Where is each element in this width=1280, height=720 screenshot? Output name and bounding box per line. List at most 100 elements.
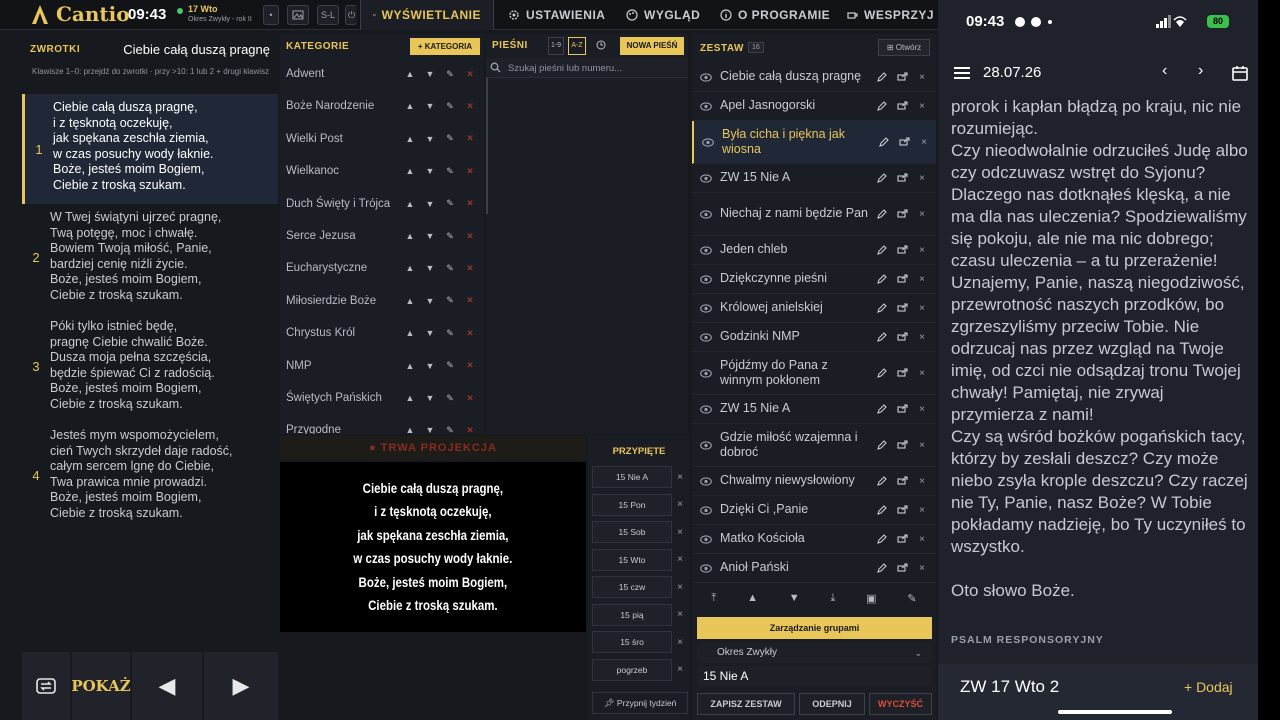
close-icon[interactable]: × xyxy=(912,303,932,314)
move-up-icon[interactable]: ▲ xyxy=(400,263,420,273)
link-icon[interactable] xyxy=(892,101,912,111)
period-select[interactable]: Okres Zwykły ⌄ xyxy=(697,643,932,663)
edit-icon[interactable]: ✎ xyxy=(440,69,460,80)
category-item[interactable]: Wielkanoc ▲ ▼ ✎ ✕ xyxy=(280,155,484,187)
move-down-icon[interactable]: ▼ xyxy=(420,263,440,273)
edit-icon[interactable]: ✎ xyxy=(440,101,460,112)
link-icon[interactable] xyxy=(892,173,912,183)
power-button[interactable]: ⏻ xyxy=(345,5,357,25)
calendar-icon[interactable] xyxy=(1232,65,1248,81)
edit-icon[interactable] xyxy=(872,368,892,378)
move-down-icon[interactable]: ▼ xyxy=(420,101,440,111)
pinned-item[interactable]: 15 czw × xyxy=(592,576,688,598)
close-icon[interactable]: × xyxy=(912,274,932,285)
move-down-icon[interactable]: ▼ xyxy=(420,134,440,144)
close-icon[interactable]: × xyxy=(912,173,932,184)
pinned-label[interactable]: 15 pią xyxy=(592,603,672,626)
set-item[interactable]: Ciebie całą duszą pragnę × xyxy=(692,63,936,92)
move-up-icon[interactable]: ▲ xyxy=(400,328,420,338)
edit-icon[interactable]: ✎ xyxy=(440,393,460,404)
pinned-item[interactable]: 15 Wto × xyxy=(592,548,688,571)
chevron-left-icon[interactable]: ‹ xyxy=(1162,62,1167,80)
delete-icon[interactable]: ✕ xyxy=(460,328,480,339)
move-down-icon[interactable]: ▼ xyxy=(420,328,440,338)
delete-icon[interactable]: ✕ xyxy=(460,360,480,371)
link-icon[interactable] xyxy=(892,209,912,219)
pinned-item[interactable]: 15 śro × xyxy=(592,631,688,653)
edit-icon[interactable]: ✎ xyxy=(440,166,460,177)
song-search-input[interactable] xyxy=(508,59,683,77)
edit-icon[interactable] xyxy=(872,505,892,515)
move-down-icon[interactable]: ▼ xyxy=(420,166,440,176)
pinned-item[interactable]: 15 Nie A × xyxy=(592,466,688,488)
set-item[interactable]: Anioł Pański × xyxy=(692,554,936,583)
pinned-label[interactable]: pogrzeb xyxy=(592,658,672,681)
close-icon[interactable]: × xyxy=(912,440,932,451)
image-icon[interactable]: ▣ xyxy=(866,592,876,605)
eye-icon[interactable] xyxy=(692,101,720,111)
eye-icon[interactable] xyxy=(694,137,722,147)
close-icon[interactable]: × xyxy=(672,609,688,620)
tab-support[interactable]: WESPRZYJ xyxy=(834,0,938,30)
delete-icon[interactable]: ✕ xyxy=(460,295,480,306)
category-item[interactable]: Wielki Post ▲ ▼ ✎ ✕ xyxy=(280,123,484,155)
eye-icon[interactable] xyxy=(692,534,720,544)
pinned-item[interactable]: 15 pią × xyxy=(592,603,688,626)
edit-icon[interactable] xyxy=(872,209,892,219)
verse-item[interactable]: 1 Ciebie całą duszą pragnę, i z tęsknotą … xyxy=(22,94,278,204)
link-icon[interactable] xyxy=(892,332,912,342)
edit-icon[interactable] xyxy=(874,137,894,147)
pinned-label[interactable]: 15 Nie A xyxy=(592,466,672,488)
close-icon[interactable]: × xyxy=(912,72,932,83)
close-icon[interactable]: × xyxy=(912,534,932,545)
delete-icon[interactable]: ✕ xyxy=(460,133,480,144)
link-icon[interactable] xyxy=(892,476,912,486)
pinned-item[interactable]: 15 Sob × xyxy=(592,521,688,543)
sort-numeric-button[interactable]: 1-9 xyxy=(548,37,564,55)
eye-icon[interactable] xyxy=(692,209,720,219)
set-item[interactable]: Apel Jasnogorski × xyxy=(692,92,936,121)
add-button[interactable]: + Dodaj xyxy=(1184,679,1233,695)
link-icon[interactable] xyxy=(892,274,912,284)
close-icon[interactable]: × xyxy=(914,137,934,148)
delete-icon[interactable]: ✕ xyxy=(460,101,480,112)
toggle-mode-button[interactable] xyxy=(22,652,70,720)
delete-icon[interactable]: ✕ xyxy=(460,198,480,209)
category-item[interactable]: Eucharystyczne ▲ ▼ ✎ ✕ xyxy=(280,252,484,284)
sort-alpha-button[interactable]: A-Z xyxy=(568,37,586,55)
set-item[interactable]: Niechaj z nami będzie Pan × xyxy=(692,193,936,236)
pinned-label[interactable]: 15 czw xyxy=(592,576,672,598)
link-icon[interactable] xyxy=(892,440,912,450)
unpin-button[interactable]: ODEPNIJ xyxy=(799,693,865,715)
link-icon[interactable] xyxy=(892,245,912,255)
verse-item[interactable]: 2 W Twej świątyni ujrzeć pragnę, Twą potę… xyxy=(22,204,278,310)
move-up-icon[interactable]: ▲ xyxy=(400,134,420,144)
move-up-icon[interactable]: ▲ xyxy=(400,393,420,403)
close-icon[interactable]: × xyxy=(912,505,932,516)
pinned-label[interactable]: 15 Pon xyxy=(592,493,672,516)
link-icon[interactable] xyxy=(892,368,912,378)
dot-menu-button[interactable]: • xyxy=(263,5,279,25)
delete-icon[interactable]: ✕ xyxy=(460,69,480,80)
history-button[interactable] xyxy=(592,37,610,55)
close-icon[interactable]: × xyxy=(672,582,688,593)
set-item[interactable]: Królowej anielskiej × xyxy=(692,294,936,323)
link-icon[interactable] xyxy=(892,303,912,313)
edit-icon[interactable] xyxy=(872,72,892,82)
link-icon[interactable] xyxy=(892,72,912,82)
eye-icon[interactable] xyxy=(692,274,720,284)
close-icon[interactable]: × xyxy=(912,476,932,487)
edit-icon[interactable]: ✎ xyxy=(440,231,460,242)
close-icon[interactable]: × xyxy=(912,404,932,415)
move-up-icon[interactable]: ▲ xyxy=(400,101,420,111)
pin-week-button[interactable]: 📌︎ Przypnij tydzień xyxy=(592,692,688,714)
move-top-icon[interactable]: ⤒ xyxy=(711,592,716,605)
edit-icon[interactable]: ✎ xyxy=(440,263,460,274)
eye-icon[interactable] xyxy=(692,563,720,573)
open-set-button[interactable]: ⊞ Otwórz xyxy=(878,39,930,56)
close-icon[interactable]: × xyxy=(672,664,688,675)
set-item[interactable]: Gdzie miłość wzajemna i dobroć × xyxy=(692,424,936,467)
tab-appearance[interactable]: WYGLĄD xyxy=(614,0,712,30)
set-item[interactable]: Godzinki NMP × xyxy=(692,323,936,352)
set-name-input[interactable] xyxy=(697,666,932,686)
